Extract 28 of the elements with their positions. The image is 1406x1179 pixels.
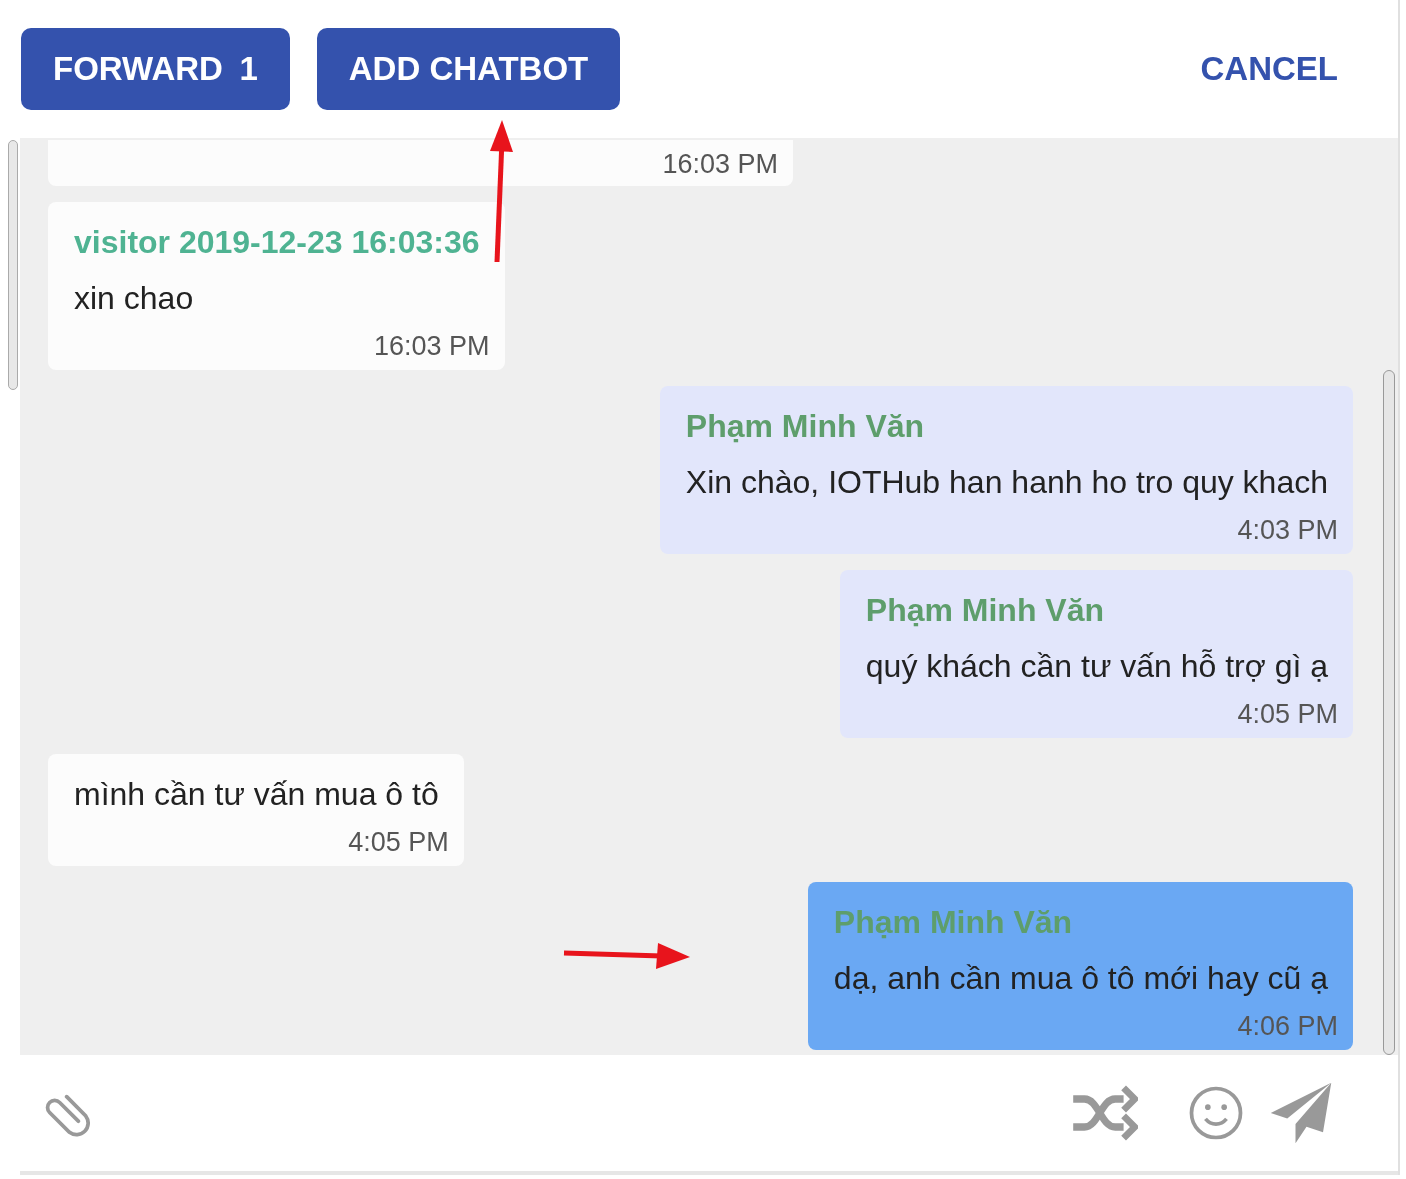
scrollbar-thumb[interactable] <box>8 140 18 390</box>
sender-name: Phạm Minh Văn <box>865 591 1106 630</box>
message-time: 4:05 PM <box>1237 698 1338 731</box>
message-bubble[interactable]: Phạm Minh Văn dạ, anh cần mua ô tô mới hay cũ ạ 4:06 PM <box>807 882 1353 1050</box>
smiley-icon[interactable] <box>1188 1085 1244 1141</box>
message-bubble[interactable]: mình cần tư vấn mua ô tô 4:05 PM <box>48 754 464 866</box>
header-button[interactable]: ADD CHATBOT <box>316 28 621 110</box>
header-button[interactable]: FORWARD 1 <box>21 28 290 110</box>
message-time: 16:03 PM <box>662 148 778 181</box>
sender-name: visitor 2019-12-23 16:03:36 <box>74 223 481 262</box>
message-text: xin chao <box>74 279 195 318</box>
message-time: 4:05 PM <box>348 826 449 859</box>
message-text: dạ, anh cần mua ô tô mới hay cũ ạ <box>833 959 1329 998</box>
message-text: mình cần tư vấn mua ô tô <box>74 775 440 814</box>
message-bubble[interactable]: Phạm Minh Văn Xin chào, IOTHub han hanh ho tro quy khach 4:03 PM <box>659 386 1353 554</box>
shuffle-icon[interactable] <box>1070 1085 1138 1141</box>
sender-name: Phạm Minh Văn <box>833 903 1074 942</box>
message-text: Xin chào, IOTHub han hanh ho tro quy khach <box>685 463 1329 502</box>
cancel-button[interactable]: CANCEL <box>1200 44 1338 94</box>
message-time: 4:03 PM <box>1237 514 1338 547</box>
message-bubble[interactable]: 16:03 PM <box>48 140 793 186</box>
message-time: 16:03 PM <box>374 330 490 363</box>
message-time: 4:06 PM <box>1237 1010 1338 1043</box>
scrollbar-thumb[interactable] <box>1383 370 1395 1055</box>
sender-name: Phạm Minh Văn <box>685 407 926 446</box>
message-bubble[interactable]: Phạm Minh Văn quý khách cần tư vấn hỗ trợ gì ạ 4:05 PM <box>839 570 1353 738</box>
message-bubble[interactable]: visitor 2019-12-23 16:03:36 xin chao 16:03 PM <box>48 202 505 370</box>
message-text: quý khách cần tư vấn hỗ trợ gì ạ <box>865 647 1329 686</box>
